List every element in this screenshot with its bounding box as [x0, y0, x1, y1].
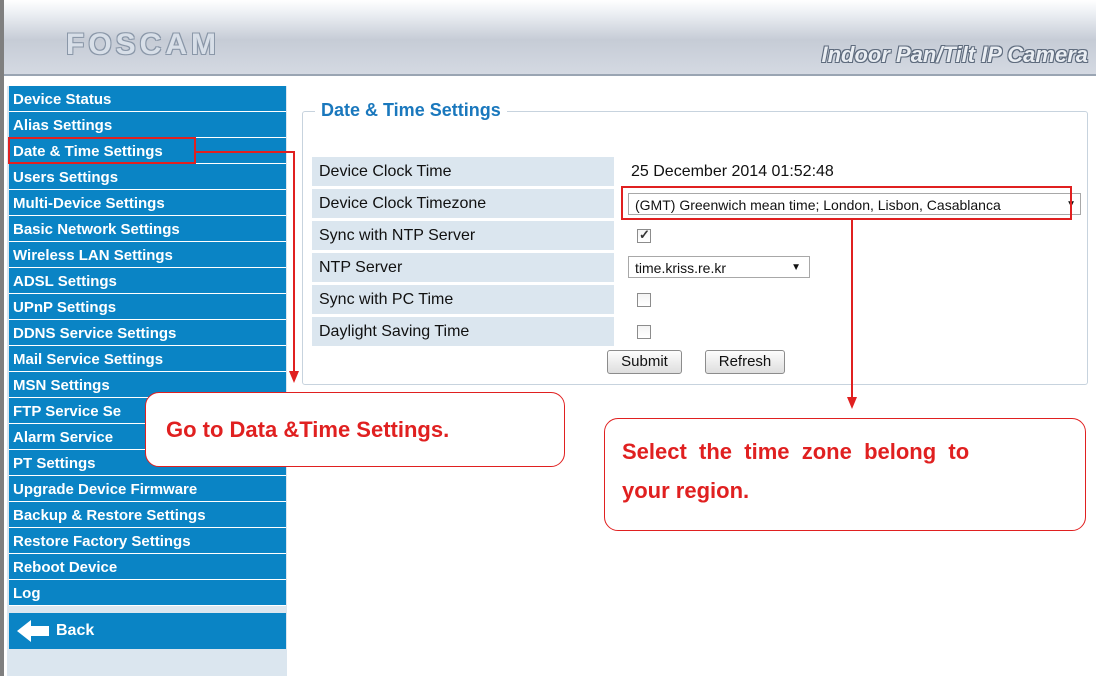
- callout-right-line2: your region.: [622, 478, 750, 503]
- callout-left-text: Go to Data &Time Settings.: [166, 417, 450, 442]
- callout-select-timezone: Select the time zone belong to your regi…: [604, 418, 1086, 531]
- callout-right-line1: Select the time zone belong to: [622, 439, 970, 464]
- callout-go-to-date-time: Go to Data &Time Settings.: [145, 392, 565, 467]
- annotation-arrows: [196, 151, 857, 409]
